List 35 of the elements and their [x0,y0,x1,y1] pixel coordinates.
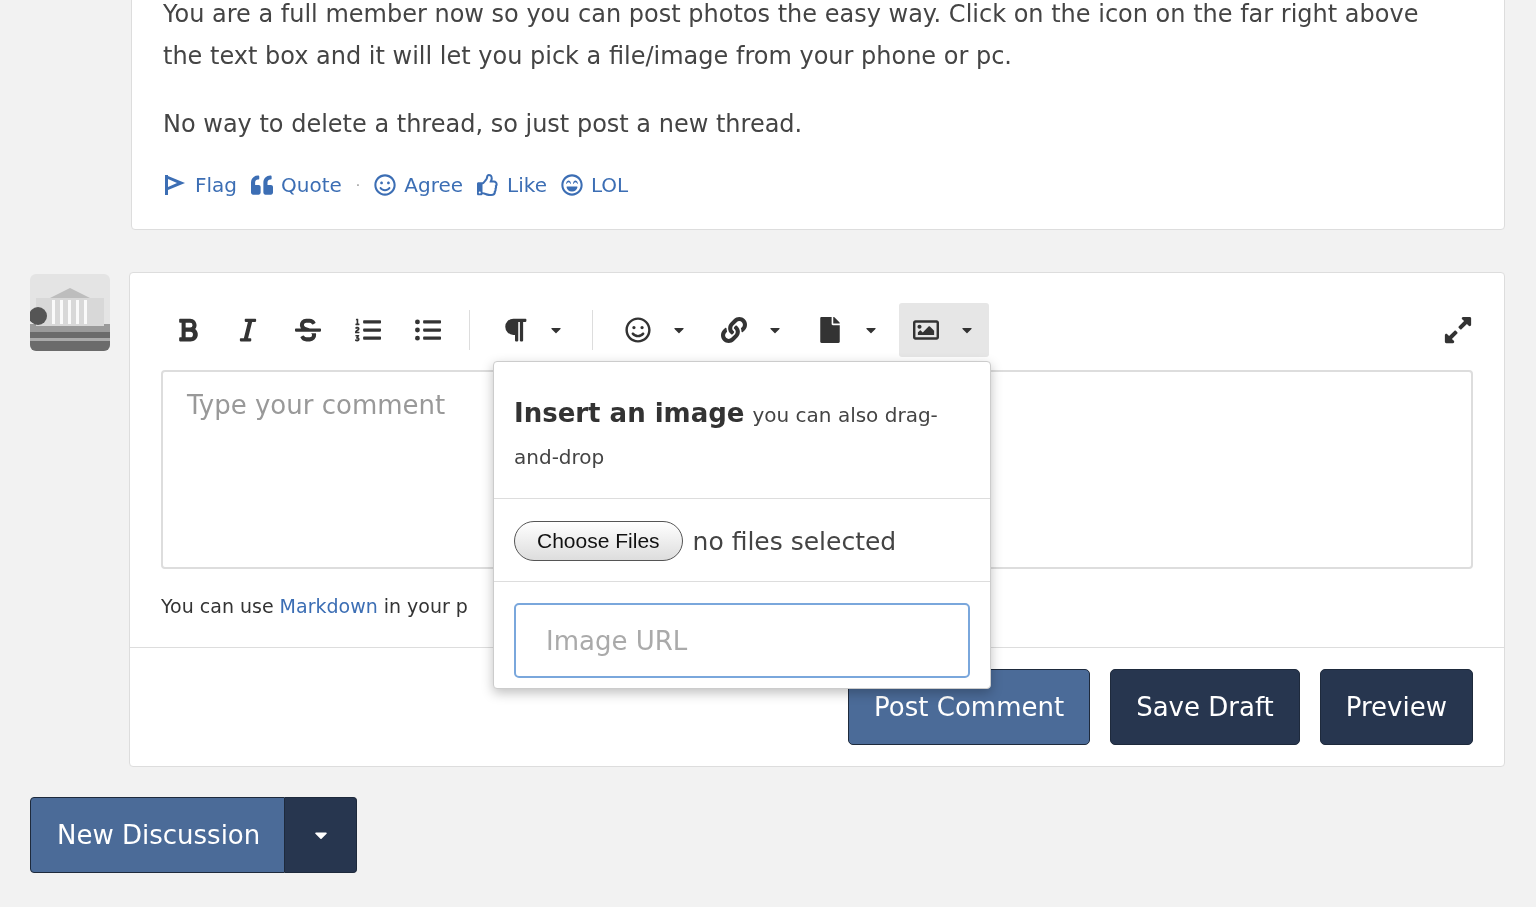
file-icon [817,317,843,343]
laughing-face-icon [560,174,583,196]
bullet-list-icon [415,317,441,343]
popup-heading: Insert an image you can also drag-and-drop [514,397,939,471]
dropdown-button[interactable] [285,797,358,873]
hint-text: in your p [383,595,468,617]
new-discussion-button[interactable]: New Discussion [30,797,286,873]
reaction-link[interactable]: Flag [163,173,237,197]
save-draft-button[interactable]: Save Draft [1110,669,1300,745]
reaction-link[interactable]: LOL [560,173,629,197]
image-icon [913,317,939,343]
markdown-link[interactable]: Markdown [279,595,378,617]
hint-text: You can use [161,595,274,617]
separator-dot: · [355,177,361,193]
image-button[interactable] [899,303,989,357]
post-text: No way to delete a thread, so just post a new thread. [163,109,804,140]
file-status: no files selected [692,526,897,556]
reaction-link[interactable]: Quote [251,173,342,197]
strikethrough-icon [295,317,321,343]
reaction-link[interactable]: Agree [374,173,464,197]
numbered-list-icon [355,317,381,343]
reaction-link[interactable]: Like [477,173,547,197]
choose-files-button[interactable]: Choose Files [514,521,683,561]
flag-icon [163,173,187,197]
preview-button[interactable]: Preview [1319,669,1473,745]
image-url-field[interactable]: Image URL [514,603,970,678]
smiley-icon [625,317,651,343]
pilcrow-icon [502,317,528,343]
expand-icon [1443,315,1473,345]
fullscreen-button[interactable] [1443,315,1473,345]
post-text: You are a full member now so you can post photos the easy way. Click on the icon on the far right above the text box and it will let you pick a file/image from your phone or pc. [163,0,1420,72]
smiley-icon [374,174,397,196]
thumbs-up-icon [477,174,500,196]
link-icon [721,317,747,343]
quote-icon [251,174,273,196]
